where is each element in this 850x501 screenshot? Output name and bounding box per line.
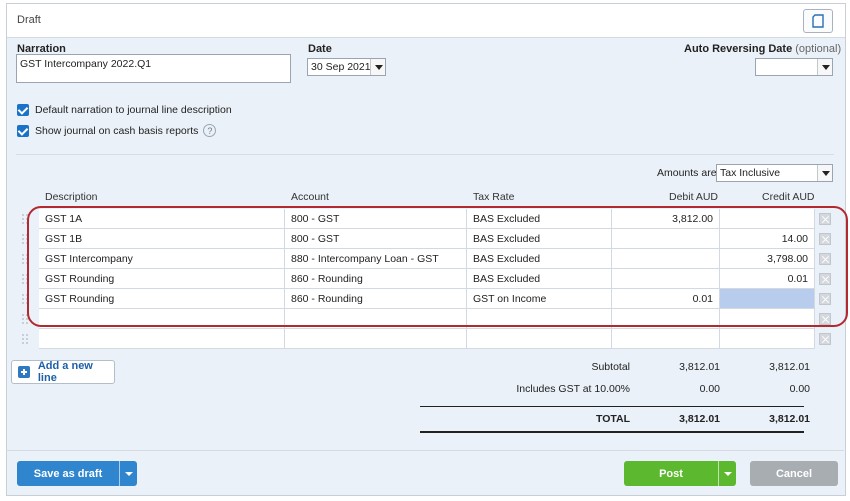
copy-icon [812, 14, 824, 28]
window-title: Draft [17, 14, 41, 26]
optional-hint: (optional) [795, 43, 842, 55]
post-label: Post [659, 467, 683, 480]
col-header-tax-rate: Tax Rate [473, 191, 515, 203]
add-new-line-label: Add a new line [37, 360, 93, 384]
subtotal-label: Subtotal [591, 361, 630, 373]
subtotal-debit: 3,812.01 [679, 361, 720, 373]
credit-cell[interactable] [720, 329, 815, 349]
cash-basis-label: Show journal on cash basis reports [35, 124, 199, 137]
post-dropdown-icon[interactable] [718, 461, 736, 486]
cash-basis-checkbox[interactable]: Show journal on cash basis reports ? [17, 124, 217, 137]
date-picker[interactable]: 30 Sep 2021 [307, 58, 386, 76]
col-header-account: Account [291, 191, 329, 203]
total-credit: 3,812.01 [769, 413, 810, 425]
date-value: 30 Sep 2021 [311, 61, 371, 73]
title-bar: Draft [7, 4, 845, 38]
amounts-are-select[interactable]: Tax Inclusive [716, 164, 833, 182]
gst-debit: 0.00 [699, 383, 720, 395]
auto-reversing-date-picker[interactable] [755, 58, 833, 76]
date-dropdown-icon[interactable] [370, 59, 385, 75]
checkbox-checked-icon[interactable] [17, 104, 29, 116]
col-header-credit: Credit AUD [762, 191, 815, 203]
highlight-annotation [27, 206, 848, 327]
amounts-are-dropdown-icon[interactable] [817, 165, 832, 181]
gst-credit: 0.00 [789, 383, 810, 395]
plus-icon [18, 366, 30, 378]
post-button[interactable]: Post [624, 461, 736, 486]
default-narration-checkbox[interactable]: Default narration to journal line descri… [17, 104, 232, 116]
drag-handle-icon[interactable] [17, 329, 39, 349]
cancel-button[interactable]: Cancel [750, 461, 838, 486]
total-label: TOTAL [595, 413, 630, 425]
amounts-are-label: Amounts are [657, 167, 717, 179]
narration-input[interactable]: GST Intercompany 2022.Q1 [16, 54, 291, 83]
totals-bottom-rule [420, 431, 804, 433]
save-as-draft-button[interactable]: Save as draft [17, 461, 137, 486]
gst-label: Includes GST at 10.00% [516, 383, 630, 395]
delete-line-icon[interactable] [815, 329, 835, 349]
add-new-line-button[interactable]: Add a new line [11, 360, 115, 384]
auto-reversing-dropdown-icon[interactable] [817, 59, 832, 75]
checkbox-checked-icon[interactable] [17, 124, 29, 137]
copy-button[interactable] [803, 9, 833, 33]
description-cell[interactable] [39, 329, 285, 349]
subtotal-credit: 3,812.01 [769, 361, 810, 373]
table-row [17, 329, 835, 349]
footer-divider [6, 450, 844, 451]
default-narration-label: Default narration to journal line descri… [35, 104, 232, 116]
date-label: Date [308, 43, 332, 55]
account-cell[interactable] [285, 329, 467, 349]
col-header-description: Description [45, 191, 98, 203]
amounts-are-value: Tax Inclusive [720, 167, 781, 179]
cancel-label: Cancel [775, 467, 813, 480]
save-dropdown-icon[interactable] [119, 461, 137, 486]
total-debit: 3,812.01 [679, 413, 720, 425]
help-icon[interactable]: ? [203, 124, 217, 137]
debit-cell[interactable] [612, 329, 720, 349]
section-divider [16, 154, 834, 155]
totals-top-rule [420, 406, 804, 407]
save-as-draft-label: Save as draft [33, 467, 103, 480]
col-header-debit: Debit AUD [669, 191, 719, 203]
tax-rate-cell[interactable] [467, 329, 612, 349]
auto-reversing-label: Auto Reversing Date (optional) [684, 43, 842, 55]
